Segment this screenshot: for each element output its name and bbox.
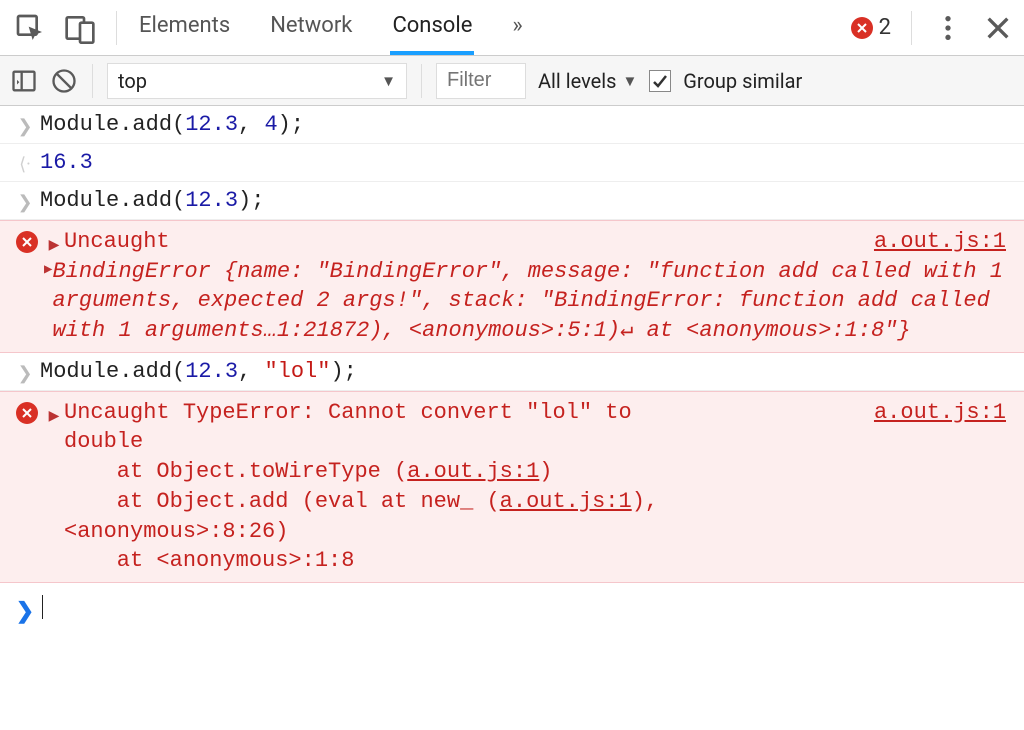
tab-console[interactable]: Console (390, 0, 474, 55)
error-source-link[interactable]: a.out.js:1 (500, 489, 632, 514)
console-input-row: ❯ Module.add(12.3, "lol"); (0, 353, 1024, 391)
inspect-element-icon[interactable] (14, 12, 46, 44)
console-error-text: a.out.js:1 Uncaught TypeError: Cannot co… (64, 398, 1014, 576)
error-icon (851, 17, 873, 39)
separator (116, 11, 117, 45)
chevron-down-icon: ▼ (622, 72, 637, 90)
error-icon (16, 402, 38, 424)
kebab-menu-icon[interactable] (932, 12, 964, 44)
filter-input[interactable] (436, 63, 526, 99)
disclosure-triangle-icon[interactable]: ▶ (44, 227, 64, 253)
console-error-text: a.out.js:1 Uncaught ▶ BindingError {name… (64, 227, 1014, 346)
close-icon[interactable] (982, 12, 1014, 44)
tab-overflow[interactable]: » (510, 0, 524, 55)
console-input-text: Module.add(12.3, 4); (40, 112, 1014, 137)
panel-tabs: Elements Network Console » (137, 0, 525, 55)
error-source-link[interactable]: a.out.js:1 (874, 398, 1006, 428)
prompt-marker-icon: ❯ (16, 599, 34, 624)
console-prompt-row[interactable]: ❯ (0, 583, 1024, 630)
separseparator (92, 64, 93, 98)
console-error-row: ▶ a.out.js:1 Uncaught TypeError: Cannot … (0, 391, 1024, 583)
group-similar-label: Group similar (683, 69, 802, 93)
separator (911, 11, 912, 45)
separator (421, 64, 422, 98)
console-prompt-input[interactable] (40, 595, 1014, 620)
log-levels-dropdown[interactable]: All levels ▼ (538, 69, 637, 93)
console-toolbar: top ▼ All levels ▼ Group similar (0, 56, 1024, 106)
tab-elements[interactable]: Elements (137, 0, 232, 55)
console-input-row: ❯ Module.add(12.3, 4); (0, 106, 1024, 144)
console-result-row: ⟨· 16.3 (0, 144, 1024, 182)
console-result-value: 16.3 (40, 150, 93, 175)
console-log: ❯ Module.add(12.3, 4); ⟨· 16.3 ❯ Module.… (0, 106, 1024, 630)
disclosure-triangle-icon[interactable]: ▶ (44, 257, 52, 280)
error-source-link[interactable]: a.out.js:1 (874, 227, 1006, 257)
error-source-link[interactable]: a.out.js:1 (407, 459, 539, 484)
console-input-text: Module.add(12.3, "lol"); (40, 359, 1014, 384)
console-error-row: ▶ a.out.js:1 Uncaught ▶ BindingError {na… (0, 220, 1024, 353)
tab-network[interactable]: Network (268, 0, 354, 55)
clear-console-icon[interactable] (50, 67, 78, 95)
devtools-main-toolbar: Elements Network Console » 2 (0, 0, 1024, 56)
input-marker-icon: ❯ (17, 192, 32, 213)
input-marker-icon: ❯ (17, 116, 32, 137)
console-input-text: Module.add(12.3); (40, 188, 1014, 213)
device-toolbar-icon[interactable] (64, 12, 96, 44)
chevron-down-icon: ▼ (381, 72, 396, 90)
output-marker-icon: ⟨· (19, 154, 31, 175)
input-marker-icon: ❯ (17, 363, 32, 384)
context-label: top (118, 69, 147, 93)
error-icon (16, 231, 38, 253)
group-similar-checkbox[interactable] (649, 70, 671, 92)
log-levels-label: All levels (538, 69, 616, 93)
disclosure-triangle-icon[interactable]: ▶ (44, 398, 64, 424)
context-selector[interactable]: top ▼ (107, 63, 407, 99)
error-count-value: 2 (879, 15, 891, 40)
console-input-row: ❯ Module.add(12.3); (0, 182, 1024, 220)
error-count-badge[interactable]: 2 (851, 15, 891, 40)
sidebar-toggle-icon[interactable] (10, 67, 38, 95)
